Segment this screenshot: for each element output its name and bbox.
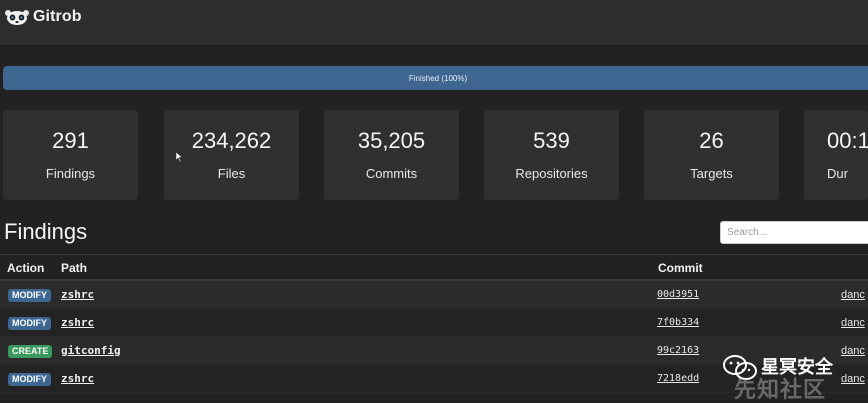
- stat-value: 291: [52, 128, 89, 153]
- stat-label: Findings: [45, 166, 96, 181]
- action-badge: MODIFY: [8, 289, 51, 302]
- stat-duration: 00:1 Dur: [804, 110, 868, 200]
- stat-label: Targets: [690, 166, 733, 181]
- stat-label: Commits: [365, 166, 418, 181]
- stat-value: 35,205: [357, 128, 426, 153]
- path-link[interactable]: zshrc: [61, 372, 94, 385]
- progress-label: Finished (100%): [408, 73, 468, 83]
- column-header-path[interactable]: Path: [61, 261, 87, 275]
- stat-commits: 35,205 Commits: [324, 110, 459, 200]
- table-header: Action Path Commit: [0, 254, 868, 281]
- stat-repositories: 539 Repositories: [484, 110, 619, 200]
- progress-fill: Finished (100%): [3, 66, 868, 90]
- mouse-cursor-icon: [176, 152, 183, 162]
- column-header-commit[interactable]: Commit: [658, 261, 703, 275]
- scan-progress-bar: Finished (100%): [3, 66, 868, 90]
- author-link[interactable]: danc: [841, 289, 865, 301]
- table-row[interactable]: MODIFY zshrc 7f0b334 danc: [0, 309, 868, 337]
- author-link[interactable]: danc: [841, 317, 865, 329]
- action-badge: MODIFY: [8, 317, 51, 330]
- path-link[interactable]: gitconfig: [61, 344, 121, 357]
- commit-link[interactable]: 7f0b334: [657, 317, 699, 328]
- stat-files: 234,262 Files: [164, 110, 299, 200]
- findings-heading: Findings: [4, 219, 88, 244]
- commit-link[interactable]: 99c2163: [657, 345, 699, 356]
- watermark: 星冥安全 先知社区: [712, 350, 868, 403]
- path-link[interactable]: zshrc: [61, 316, 94, 329]
- action-badge: MODIFY: [8, 373, 51, 386]
- commit-link[interactable]: 00d3951: [657, 289, 699, 300]
- stats-panel: 291 Findings 234,262 Files 35,205 Commit…: [3, 110, 868, 200]
- stat-value: 26: [699, 128, 724, 153]
- app-title: Gitrob: [33, 8, 82, 25]
- top-navbar: Gitrob: [0, 0, 868, 46]
- path-link[interactable]: zshrc: [61, 288, 94, 301]
- stat-value: 539: [533, 128, 570, 153]
- watermark-text-secondary: 先知社区: [734, 377, 827, 402]
- stat-label: Dur: [827, 166, 848, 181]
- brand[interactable]: Gitrob: [4, 8, 82, 26]
- table-row[interactable]: MODIFY zshrc 00d3951 danc: [0, 281, 868, 309]
- stat-label: Repositories: [515, 166, 588, 181]
- action-badge: CREATE: [8, 345, 53, 358]
- search-input[interactable]: [720, 221, 868, 244]
- stat-value: 00:1: [827, 128, 868, 153]
- commit-link[interactable]: 7218edd: [657, 373, 699, 384]
- stat-label: Files: [217, 166, 246, 181]
- stat-findings: 291 Findings: [3, 110, 138, 200]
- stat-value: 234,262: [191, 128, 272, 153]
- panda-icon: [5, 10, 29, 25]
- stat-targets: 26 Targets: [644, 110, 779, 200]
- column-header-action[interactable]: Action: [7, 261, 44, 275]
